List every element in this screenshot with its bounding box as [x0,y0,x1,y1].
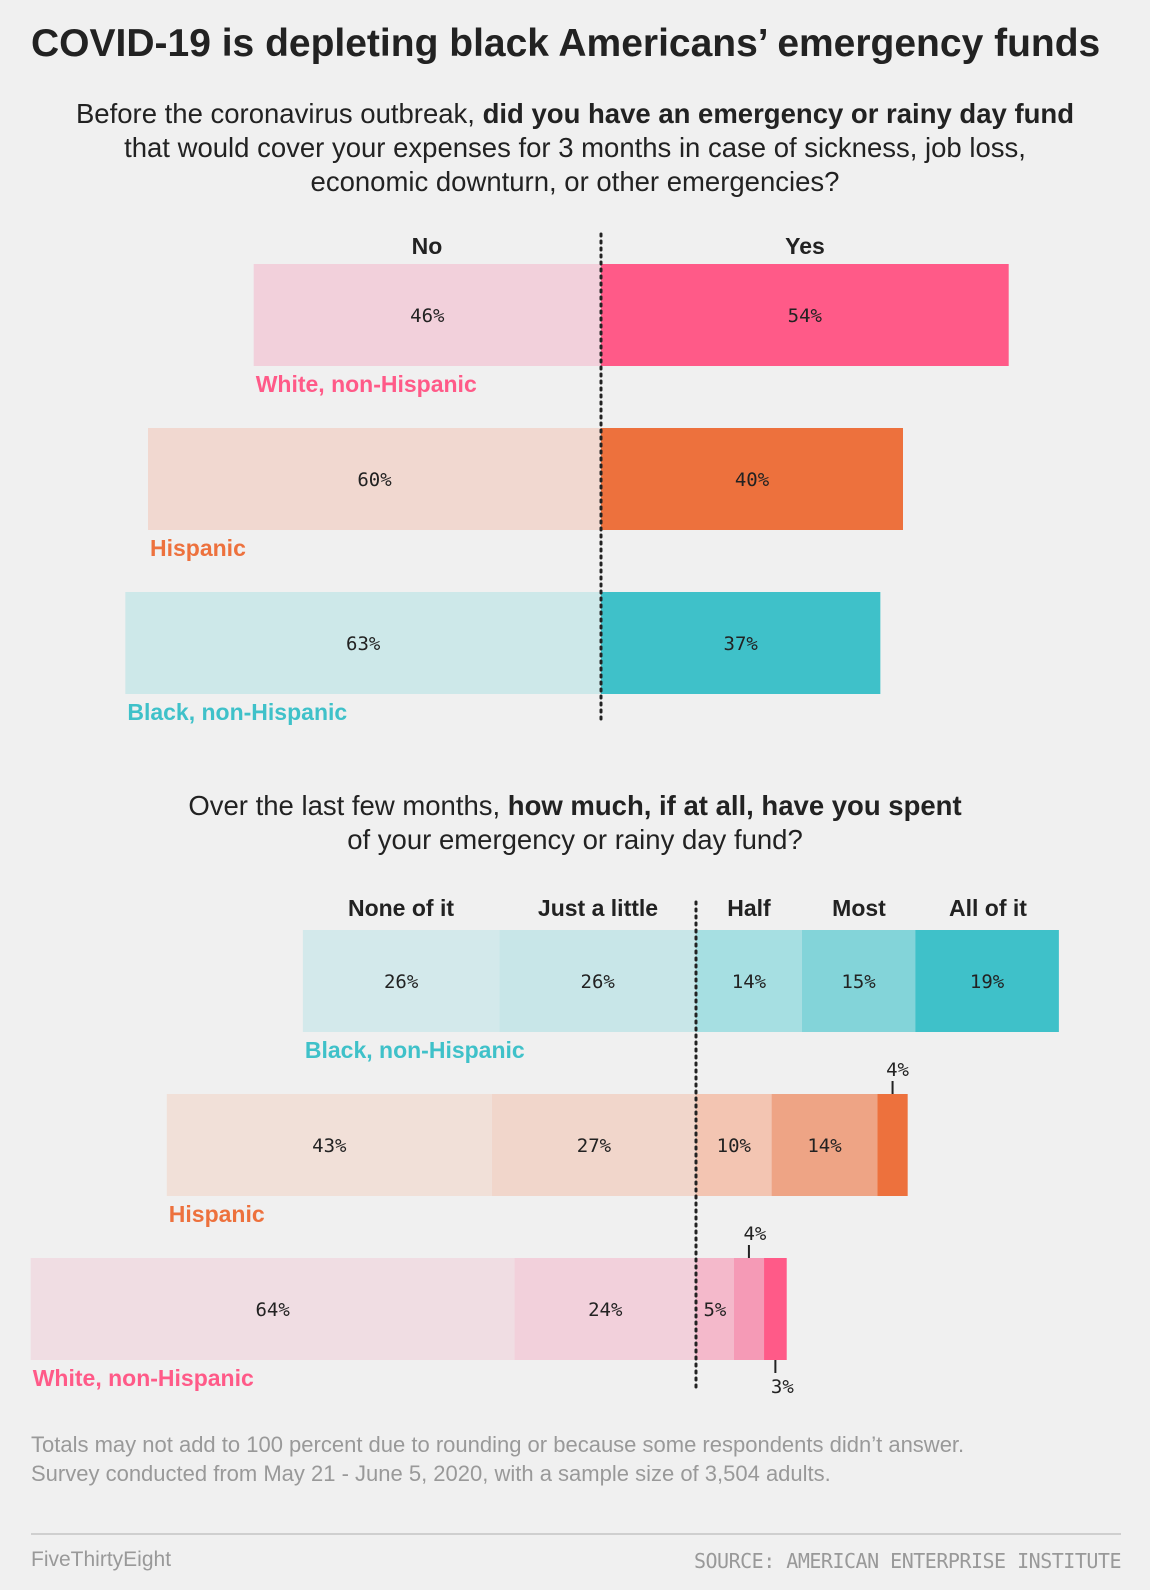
charts-svg: No Yes 46% 54% White, non-Hispanic 60% 40% Hisp… [30,232,1059,1398]
footnote-line-2: Survey conducted from May 21 - June 5, 2… [31,1461,831,1486]
bar-segment [764,1258,787,1360]
data-label-yes: 40% [735,469,770,491]
data-label: 4% [743,1223,766,1245]
data-label: 43% [312,1135,347,1157]
data-label-no: 63% [346,633,381,655]
column-header: Most [832,895,886,921]
column-header: None of it [348,895,454,921]
group-label: Hispanic [169,1201,265,1227]
group-label: Hispanic [150,535,246,561]
group-label: White, non-Hispanic [256,371,477,397]
data-label: 5% [703,1299,726,1321]
data-label: 3% [771,1376,794,1398]
data-label: 26% [581,971,616,993]
data-label-yes: 37% [724,633,759,655]
data-label: 14% [732,971,767,993]
bar-segment [733,1258,765,1360]
data-label: 27% [577,1135,612,1157]
footer-rule [31,1533,1121,1535]
data-label-yes: 54% [788,305,823,327]
data-label: 4% [886,1059,909,1081]
column-header: Just a little [538,895,658,921]
group-label: Black, non-Hispanic [305,1037,525,1063]
column-header: All of it [949,895,1027,921]
data-label: 26% [384,971,419,993]
data-label: 10% [717,1135,752,1157]
footnote-line-1: Totals may not add to 100 percent due to… [31,1432,965,1457]
data-label-no: 46% [410,305,445,327]
data-label: 64% [255,1299,290,1321]
data-label: 15% [841,971,876,993]
data-label: 19% [970,971,1005,993]
bar-segment [877,1094,908,1196]
footnote: Totals may not add to 100 percent due to… [31,1430,1131,1488]
group-label: Black, non-Hispanic [127,699,347,725]
column-header: Half [727,895,771,921]
data-label: 24% [588,1299,623,1321]
data-label: 14% [807,1135,842,1157]
group-label: White, non-Hispanic [33,1365,254,1391]
column-header-yes: Yes [785,233,825,259]
data-label-no: 60% [357,469,392,491]
brand-name: FiveThirtyEight [31,1548,172,1571]
source-credit: SOURCE: AMERICAN ENTERPRISE INSTITUTE [693,1549,1122,1573]
column-header-no: No [412,233,443,259]
